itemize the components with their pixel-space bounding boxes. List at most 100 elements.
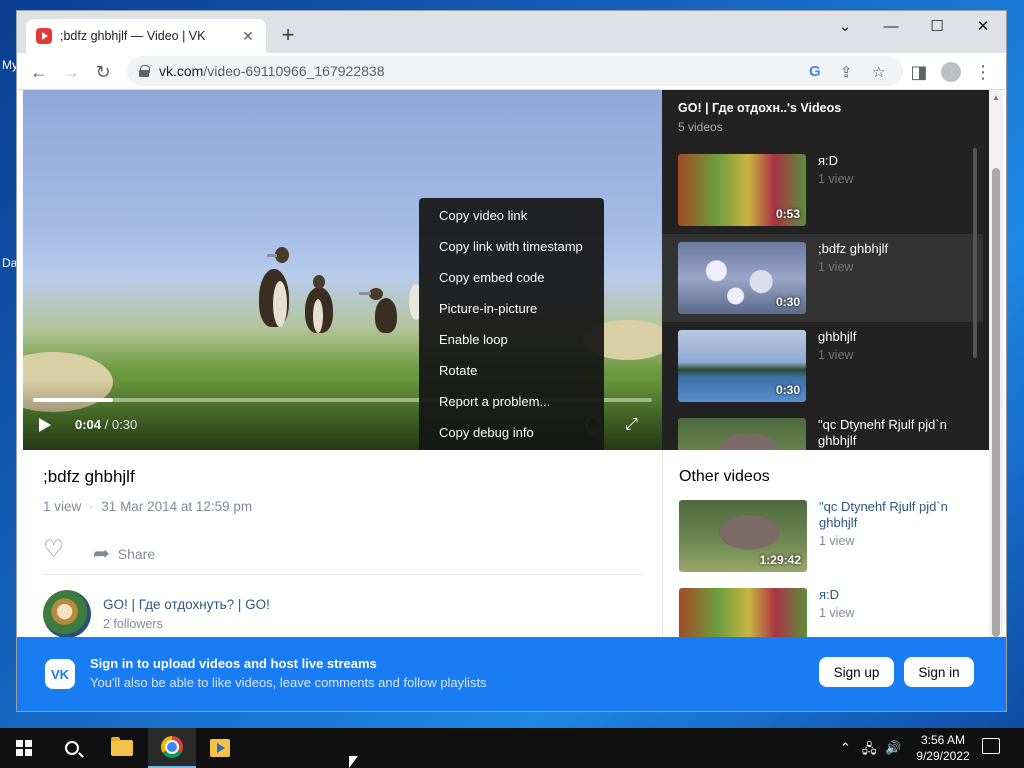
windows-taskbar: ⌃ 🖧 🔊 3:56 AM 9/29/2022 [0, 728, 1024, 768]
other-video-item[interactable]: я:D 1 view [663, 580, 984, 637]
profile-avatar-icon[interactable] [937, 58, 965, 86]
playlist-item-current[interactable]: 0:30 ;bdfz ghbhjlf 1 view [662, 234, 983, 322]
other-video-title[interactable]: я:D [819, 587, 979, 603]
video-player[interactable]: 0:04 / 0:30 ⤢ Copy video link Copy link … [23, 90, 662, 450]
duration-badge: 0:53 [775, 207, 800, 221]
menu-copy-debug-info[interactable]: Copy debug info [419, 420, 604, 450]
channel-avatar[interactable] [43, 590, 91, 637]
tab-vk-video[interactable]: ;bdfz ghbhjlf — Video | VK ✕ [26, 19, 266, 53]
tab-search-button[interactable]: ⌄ [822, 11, 868, 41]
playlist-item-title[interactable]: "qc Dtynehf Rjulf pjd`n ghbhjlf [818, 417, 978, 449]
video-frame-bird [299, 275, 339, 335]
taskbar-clock[interactable]: 3:56 AM 9/29/2022 [912, 732, 974, 764]
divider [43, 574, 643, 575]
upload-date[interactable]: 31 Mar 2014 at 12:59 pm [101, 499, 252, 514]
sign-up-button[interactable]: Sign up [819, 657, 894, 687]
video-thumbnail[interactable] [678, 418, 806, 450]
video-thumbnail[interactable]: 1:29:42 [679, 500, 807, 572]
back-button[interactable]: ← [25, 58, 53, 86]
playlist-item-title[interactable]: я:D [818, 153, 978, 169]
video-thumbnail[interactable]: 0:30 [678, 330, 806, 402]
menu-rotate[interactable]: Rotate [419, 358, 604, 389]
taskbar-file-explorer[interactable] [98, 728, 146, 768]
current-time: 0:04 [75, 417, 102, 432]
menu-enable-loop[interactable]: Enable loop [419, 327, 604, 358]
share-arrow-icon: ➦ [93, 543, 110, 565]
video-thumbnail[interactable] [679, 588, 807, 637]
lock-icon[interactable] [139, 65, 150, 77]
menu-copy-link-timestamp[interactable]: Copy link with timestamp [419, 234, 604, 265]
taskbar-chrome[interactable] [148, 728, 196, 768]
clock-time: 3:56 AM [920, 733, 966, 747]
view-count: 1 view [43, 499, 82, 514]
play-icon[interactable] [39, 418, 51, 432]
volume-icon[interactable]: 🔊 [885, 740, 901, 756]
channel-followers: 2 followers [103, 617, 163, 631]
menu-copy-video-link[interactable]: Copy video link [419, 203, 604, 234]
video-title: ;bdfz ghbhjlf [43, 467, 135, 486]
url-text[interactable]: vk.com/video-69110966_167922838 [159, 63, 384, 79]
menu-picture-in-picture[interactable]: Picture-in-picture [419, 296, 604, 327]
taskbar-search-button[interactable] [48, 728, 96, 768]
taskbar-media-player[interactable] [196, 728, 244, 768]
duration-badge: 1:29:42 [759, 553, 801, 567]
desktop-label-my: My [2, 58, 18, 72]
minimize-button[interactable]: — [868, 11, 914, 41]
chrome-menu-icon[interactable]: ⋮ [969, 58, 997, 86]
playlist-panel: GO! | Где отдохн..'s Videos 5 videos 0:5… [662, 90, 1003, 450]
google-lens-icon[interactable]: G [809, 63, 821, 80]
playlist-scrollbar[interactable] [973, 148, 977, 358]
playlist-item-title[interactable]: ;bdfz ghbhjlf [818, 241, 978, 257]
clock-date: 9/29/2022 [916, 749, 970, 763]
playlist-item-views: 1 view [818, 260, 854, 274]
desktop-label-da: Da [2, 256, 18, 270]
page-viewport: 0:04 / 0:30 ⤢ Copy video link Copy link … [23, 90, 1003, 637]
playlist-item-title[interactable]: ghbhjlf [818, 329, 978, 345]
fullscreen-icon[interactable]: ⤢ [625, 416, 643, 434]
page-scrollbar[interactable]: ▲ [989, 90, 1003, 637]
notification-center-icon[interactable] [982, 738, 1000, 754]
maximize-button[interactable]: ☐ [914, 11, 960, 41]
tab-close-icon[interactable]: ✕ [240, 28, 256, 45]
menu-copy-embed-code[interactable]: Copy embed code [419, 265, 604, 296]
close-window-button[interactable]: ✕ [960, 11, 1006, 41]
page-scrollbar-thumb[interactable] [992, 168, 1000, 637]
new-tab-button[interactable]: + [276, 24, 300, 48]
video-timecode: 0:04 / 0:30 [75, 417, 137, 432]
start-button[interactable] [0, 728, 48, 768]
playlist-title[interactable]: GO! | Где отдохн..'s Videos [678, 101, 841, 115]
other-video-item[interactable]: 1:29:42 "qc Dtynehf Rjulf pjd`n ghbhjlf … [663, 492, 984, 580]
channel-name[interactable]: GO! | Где отдохнуть? | GO! [103, 597, 270, 612]
forward-button[interactable]: → [57, 58, 85, 86]
bookmark-star-icon[interactable]: ☆ [872, 63, 885, 81]
video-frame-bird [359, 288, 403, 333]
playlist-item-views: 1 view [818, 348, 854, 362]
menu-report-problem[interactable]: Report a problem... [419, 389, 604, 420]
url-path: /video-69110966_167922838 [203, 63, 385, 79]
chrome-icon [161, 736, 183, 758]
time-separator: / [101, 417, 112, 432]
share-page-icon[interactable]: ⇪ [840, 63, 853, 81]
share-button[interactable]: ➦ Share [93, 541, 155, 566]
like-heart-icon[interactable]: ♡ [43, 538, 69, 562]
sign-in-button[interactable]: Sign in [904, 657, 974, 687]
tray-chevron-icon[interactable]: ⌃ [840, 740, 851, 756]
duration: 0:30 [111, 417, 138, 432]
other-video-views: 1 view [819, 534, 855, 548]
reload-button[interactable]: ↻ [89, 58, 117, 86]
video-thumbnail[interactable]: 0:53 [678, 154, 806, 226]
meta-dot: · [89, 499, 94, 514]
playlist-item[interactable]: 0:30 ghbhjlf 1 view [662, 322, 983, 410]
playlist-item[interactable]: 0:53 я:D 1 view [662, 146, 983, 234]
side-panel-icon[interactable]: ◨ [905, 58, 933, 86]
video-thumbnail[interactable]: 0:30 [678, 242, 806, 314]
other-video-title[interactable]: "qc Dtynehf Rjulf pjd`n ghbhjlf [819, 499, 979, 531]
address-bar[interactable]: vk.com/video-69110966_167922838 G ⇪ ☆ [127, 56, 903, 86]
search-icon [65, 741, 79, 755]
scroll-up-arrow-icon[interactable]: ▲ [992, 93, 1000, 102]
network-icon[interactable]: 🖧 [862, 740, 877, 762]
other-videos-title: Other videos [679, 468, 770, 485]
windows-logo-icon [16, 740, 32, 756]
tab-strip: ;bdfz ghbhjlf — Video | VK ✕ + ⌄ — ☐ ✕ [17, 11, 1006, 53]
playlist-item[interactable]: "qc Dtynehf Rjulf pjd`n ghbhjlf [662, 410, 983, 450]
